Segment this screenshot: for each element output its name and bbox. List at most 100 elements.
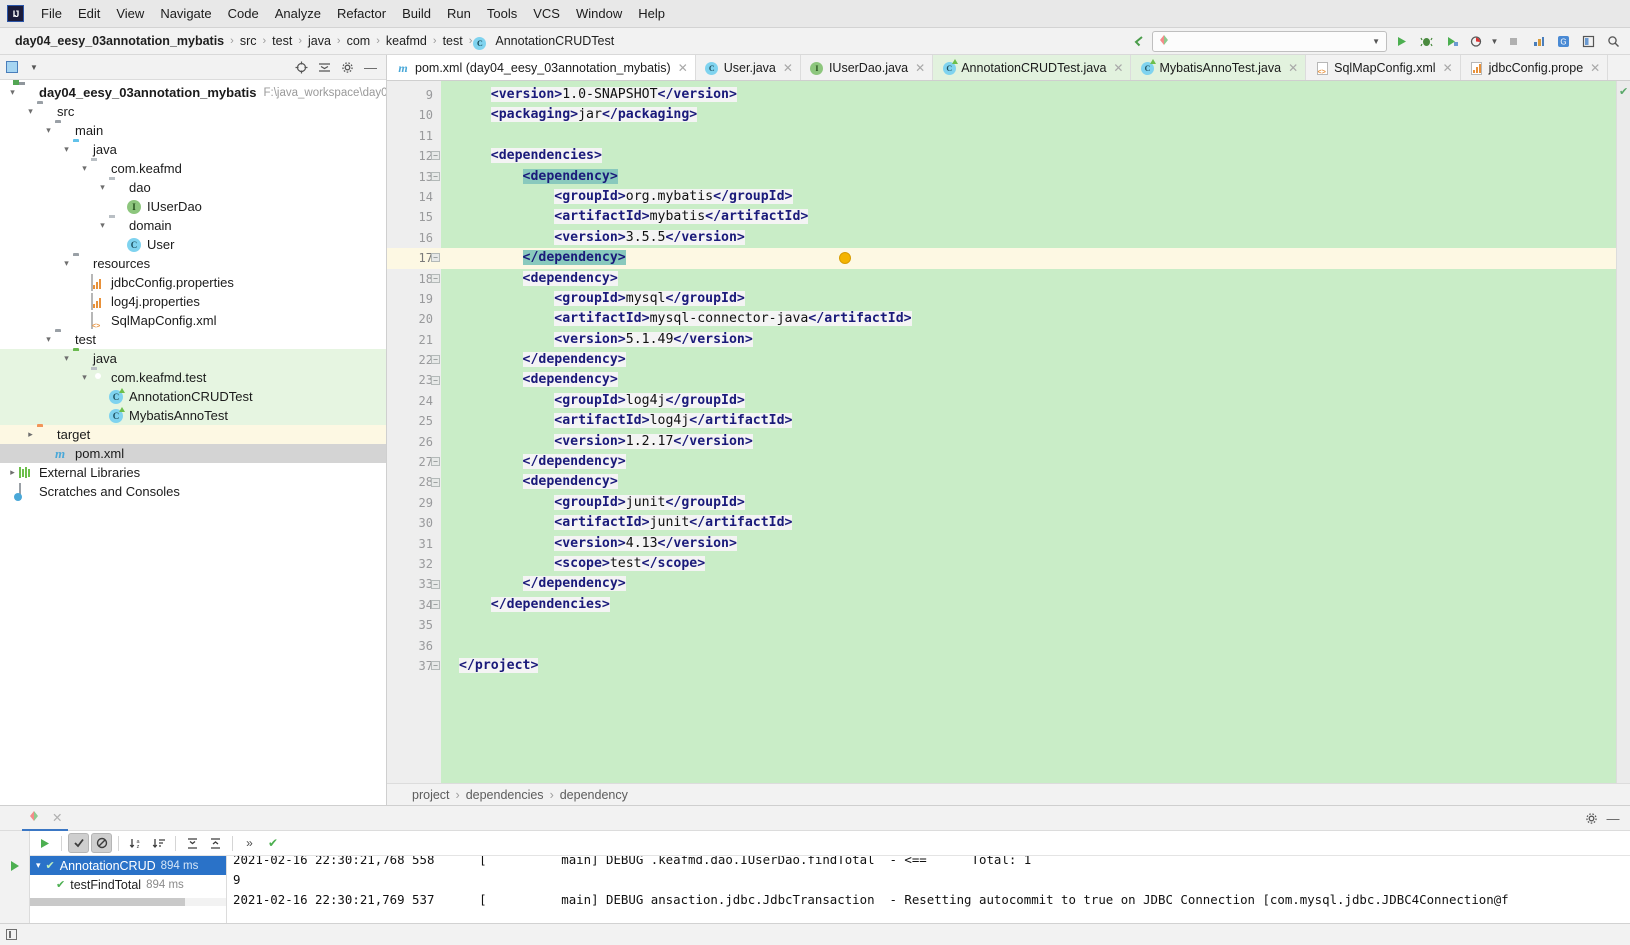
collapse-all-icon[interactable] bbox=[315, 58, 334, 77]
menu-item-build[interactable]: Build bbox=[394, 3, 439, 24]
chevron-down-icon[interactable]: ▾ bbox=[96, 182, 109, 193]
line-number[interactable]: 9 bbox=[387, 85, 441, 105]
code-line[interactable]: <dependency> bbox=[441, 167, 1616, 187]
chevron-down-icon[interactable]: ▾ bbox=[78, 372, 91, 383]
close-icon[interactable]: ✕ bbox=[1443, 61, 1453, 75]
editor-tab-iuserdao[interactable]: IIUserDao.java✕ bbox=[801, 55, 933, 80]
run-coverage-icon[interactable] bbox=[1440, 31, 1462, 52]
code-line[interactable]: <groupId>log4j</groupId> bbox=[441, 391, 1616, 411]
tree-node-domain[interactable]: ▾domain bbox=[0, 216, 386, 235]
line-number[interactable]: 19 bbox=[387, 289, 441, 309]
menu-item-edit[interactable]: Edit bbox=[70, 3, 108, 24]
test-row-annotationcrud[interactable]: ▾✔AnnotationCRUD894 ms bbox=[30, 856, 226, 875]
error-stripe-marker[interactable]: ✔ bbox=[1616, 81, 1630, 783]
breadcrumb-item-6[interactable]: test bbox=[438, 33, 468, 49]
locate-icon[interactable] bbox=[292, 58, 311, 77]
code-fold-toggle-icon[interactable]: − bbox=[431, 600, 440, 609]
code-fold-toggle-icon[interactable]: − bbox=[431, 661, 440, 670]
chevron-down-icon[interactable]: ▾ bbox=[60, 144, 73, 155]
code-line[interactable]: <groupId>mysql</groupId> bbox=[441, 289, 1616, 309]
code-line[interactable]: <groupId>org.mybatis</groupId> bbox=[441, 187, 1616, 207]
expand-all-icon[interactable] bbox=[182, 833, 203, 853]
code-line[interactable]: <dependencies> bbox=[441, 146, 1616, 166]
code-fold-toggle-icon[interactable]: − bbox=[431, 457, 440, 466]
editor-breadcrumb-item-dependencies[interactable]: dependencies bbox=[466, 788, 544, 802]
line-number-gutter[interactable]: 9101112131415161718192021222324252627282… bbox=[387, 81, 441, 783]
breadcrumb[interactable]: day04_eesy_03annotation_mybatis›src›test… bbox=[10, 33, 619, 49]
code-line[interactable]: </dependency> bbox=[441, 452, 1616, 472]
editor-tab-mybatisannotest[interactable]: CMybatisAnnoTest.java✕ bbox=[1131, 55, 1306, 80]
chevron-down-icon[interactable]: ▾ bbox=[78, 163, 91, 174]
code-line[interactable]: <scope>test</scope> bbox=[441, 554, 1616, 574]
code-line[interactable]: <dependency> bbox=[441, 472, 1616, 492]
code-content[interactable]: <version>1.0-SNAPSHOT</version> <packagi… bbox=[441, 81, 1616, 783]
tree-node-external-libraries[interactable]: ▸External Libraries bbox=[0, 463, 386, 482]
chevron-down-icon[interactable]: ▾ bbox=[60, 258, 73, 269]
tree-node-scratches-and-consoles[interactable]: Scratches and Consoles bbox=[0, 482, 386, 501]
breadcrumb-item-3[interactable]: java bbox=[303, 33, 336, 49]
code-fold-toggle-icon[interactable]: − bbox=[431, 274, 440, 283]
line-number[interactable]: 24 bbox=[387, 391, 441, 411]
close-icon[interactable]: ✕ bbox=[1113, 61, 1123, 75]
code-line[interactable]: <groupId>junit</groupId> bbox=[441, 493, 1616, 513]
tree-node-user[interactable]: CUser bbox=[0, 235, 386, 254]
rerun-tests-icon[interactable] bbox=[34, 833, 55, 853]
line-number[interactable]: 11 bbox=[387, 126, 441, 146]
menu-item-analyze[interactable]: Analyze bbox=[267, 3, 329, 24]
tree-node-java[interactable]: ▾java bbox=[0, 140, 386, 159]
line-number[interactable]: 31 bbox=[387, 534, 441, 554]
console-output[interactable]: 2021-02-16 22:30:21,768 558 [ main] DEBU… bbox=[227, 856, 1630, 923]
code-fold-toggle-icon[interactable]: − bbox=[431, 376, 440, 385]
menu-item-view[interactable]: View bbox=[108, 3, 152, 24]
breadcrumb-item-1[interactable]: src bbox=[235, 33, 262, 49]
tree-node-annotationcrudtest[interactable]: CAnnotationCRUDTest bbox=[0, 387, 386, 406]
editor-breadcrumb-item-dependency[interactable]: dependency bbox=[560, 788, 628, 802]
close-icon[interactable]: ✕ bbox=[1590, 61, 1600, 75]
test-row-testfindtotal[interactable]: ✔testFindTotal894 ms bbox=[30, 875, 226, 894]
close-icon[interactable]: ✕ bbox=[783, 61, 793, 75]
settings-gear-icon[interactable] bbox=[338, 58, 357, 77]
tree-node-iuserdao[interactable]: IIUserDao bbox=[0, 197, 386, 216]
layout-icon[interactable] bbox=[1577, 31, 1599, 52]
line-number[interactable]: 26 bbox=[387, 432, 441, 452]
line-number[interactable]: 16 bbox=[387, 228, 441, 248]
hide-panel-icon[interactable]: — bbox=[361, 58, 380, 77]
close-icon[interactable]: ✕ bbox=[1288, 61, 1298, 75]
line-number[interactable]: 25 bbox=[387, 411, 441, 431]
chevron-down-icon[interactable]: ▾ bbox=[36, 860, 41, 871]
line-number[interactable]: 29 bbox=[387, 493, 441, 513]
line-number[interactable]: 14 bbox=[387, 187, 441, 207]
menu-item-help[interactable]: Help bbox=[630, 3, 673, 24]
code-line[interactable]: <version>3.5.5</version> bbox=[441, 228, 1616, 248]
tree-node-java[interactable]: ▾java bbox=[0, 349, 386, 368]
line-number[interactable]: 20 bbox=[387, 309, 441, 329]
profiler-icon[interactable] bbox=[1465, 31, 1487, 52]
close-icon[interactable]: ✕ bbox=[915, 61, 925, 75]
code-line[interactable]: <version>1.0-SNAPSHOT</version> bbox=[441, 85, 1616, 105]
code-line[interactable] bbox=[441, 615, 1616, 635]
menu-item-file[interactable]: File bbox=[33, 3, 70, 24]
rerun-side-icon[interactable] bbox=[8, 859, 22, 876]
menu-bar[interactable]: FileEditViewNavigateCodeAnalyzeRefactorB… bbox=[33, 3, 673, 24]
code-line[interactable]: </dependency> bbox=[441, 574, 1616, 594]
editor-tab-user[interactable]: CUser.java✕ bbox=[696, 55, 801, 80]
code-line[interactable]: </dependency> bbox=[441, 350, 1616, 370]
breadcrumb-item-4[interactable]: com bbox=[342, 33, 376, 49]
code-line[interactable]: <version>5.1.49</version> bbox=[441, 330, 1616, 350]
code-fold-toggle-icon[interactable]: − bbox=[431, 478, 440, 487]
code-fold-toggle-icon[interactable]: − bbox=[431, 151, 440, 160]
code-line[interactable]: <artifactId>mysql-connector-java</artifa… bbox=[441, 309, 1616, 329]
chevron-down-icon[interactable]: ▼ bbox=[1372, 37, 1380, 46]
code-line[interactable]: <dependency> bbox=[441, 370, 1616, 390]
chevron-right-icon[interactable]: ▸ bbox=[24, 429, 37, 440]
code-fold-toggle-icon[interactable]: − bbox=[431, 172, 440, 181]
run-icon[interactable] bbox=[1390, 31, 1412, 52]
code-line[interactable]: <version>1.2.17</version> bbox=[441, 432, 1616, 452]
tree-node-day04-eesy-03annotation-mybatis[interactable]: ▾day04_eesy_03annotation_mybatisF:\java_… bbox=[0, 83, 386, 102]
sort-alphabetically-icon[interactable]: az bbox=[125, 833, 146, 853]
close-icon[interactable]: ✕ bbox=[52, 810, 62, 825]
breadcrumb-item-0[interactable]: day04_eesy_03annotation_mybatis bbox=[10, 33, 229, 49]
tree-node-main[interactable]: ▾main bbox=[0, 121, 386, 140]
tree-node-resources[interactable]: ▾resources bbox=[0, 254, 386, 273]
code-line[interactable]: <version>4.13</version> bbox=[441, 534, 1616, 554]
